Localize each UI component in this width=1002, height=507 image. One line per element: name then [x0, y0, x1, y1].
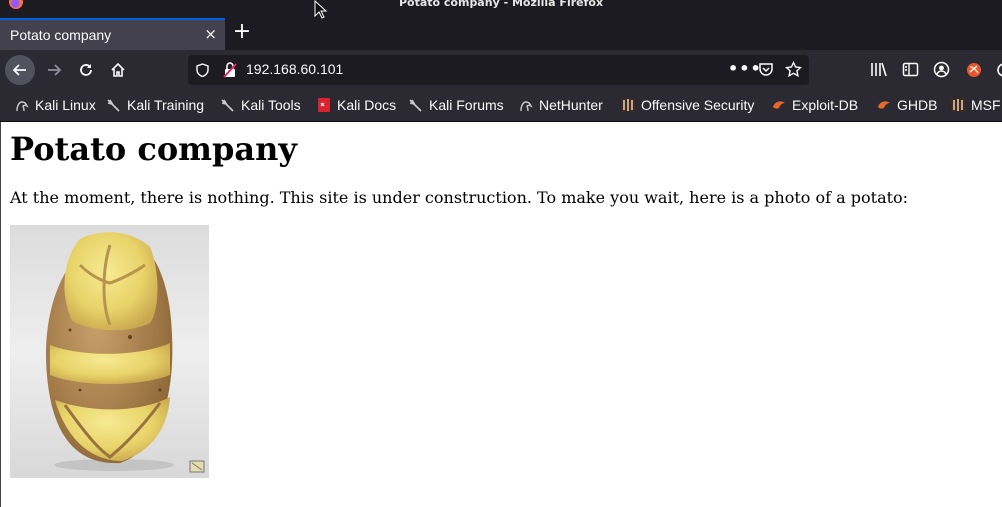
bookmark-label: NetHunter [539, 97, 603, 113]
kali-dragon-icon [519, 98, 533, 112]
close-tab-icon[interactable]: × [204, 25, 217, 43]
url-text[interactable]: 192.168.60.101 [246, 61, 343, 77]
bookmark-kali-linux[interactable]: Kali Linux [15, 97, 96, 113]
library-icon[interactable] [870, 61, 887, 78]
offsec-icon [951, 98, 965, 112]
page-content: Potato company At the moment, there is n… [0, 122, 1002, 507]
bookmarks-toolbar: Kali Linux Kali Training Kali Tools Kali… [0, 90, 1002, 122]
window-titlebar: Potato company - Mozilla Firefox [0, 0, 1002, 18]
bookmark-label: Kali Docs [337, 97, 397, 113]
kali-dragon-icon [221, 98, 235, 112]
potato-photo [10, 225, 209, 478]
exploitdb-icon [877, 98, 891, 112]
back-button[interactable] [5, 55, 35, 85]
new-tab-button[interactable]: + [232, 21, 252, 43]
bookmark-label: MSF [971, 97, 1001, 113]
page-paragraph: At the moment, there is nothing. This si… [10, 188, 909, 207]
bookmark-label: Kali Linux [35, 97, 96, 113]
bookmark-label: Exploit-DB [792, 97, 859, 113]
overflow-menu-icon[interactable] [996, 61, 1002, 79]
bookmark-exploit-db[interactable]: Exploit-DB [772, 97, 858, 113]
page-actions-menu-icon[interactable]: ••• [728, 59, 762, 78]
kali-dragon-icon [409, 98, 423, 112]
bookmark-label: Offensive Security [641, 97, 755, 113]
reload-icon [80, 64, 92, 76]
home-icon [111, 62, 125, 77]
home-button[interactable] [103, 55, 133, 85]
extension-icon[interactable] [965, 61, 983, 79]
page-heading: Potato company [10, 130, 297, 168]
tab-potato-company[interactable]: Potato company × [0, 18, 225, 50]
bookmark-kali-tools[interactable]: Kali Tools [221, 97, 301, 113]
exploitdb-icon [772, 98, 786, 112]
insecure-lock-icon[interactable] [223, 62, 237, 78]
bookmark-kali-forums[interactable]: Kali Forums [409, 97, 504, 113]
bookmark-msf[interactable]: MSF [951, 97, 1001, 113]
arrow-left-icon [12, 64, 26, 76]
kali-docs-icon [317, 98, 331, 112]
pocket-icon[interactable] [758, 62, 774, 77]
kali-dragon-icon [15, 98, 29, 112]
sidebar-icon[interactable] [902, 61, 919, 78]
bookmark-label: Kali Tools [241, 97, 301, 113]
bookmark-star-icon[interactable] [785, 61, 802, 78]
offsec-icon [621, 98, 635, 112]
address-bar[interactable]: 192.168.60.101 ••• [188, 55, 809, 85]
bookmark-kali-training[interactable]: Kali Training [107, 97, 204, 113]
mouse-cursor-icon [314, 0, 328, 19]
bookmark-ghdb[interactable]: GHDB [877, 97, 937, 113]
bookmark-label: Kali Forums [429, 97, 504, 113]
kali-dragon-icon [107, 98, 121, 112]
account-icon[interactable] [933, 61, 950, 78]
navigation-toolbar: 192.168.60.101 ••• [0, 50, 1002, 90]
window-title: Potato company - Mozilla Firefox [398, 0, 604, 9]
bookmark-label: Kali Training [127, 97, 205, 113]
arrow-right-icon [48, 64, 62, 76]
reload-button[interactable] [71, 55, 101, 85]
bookmark-nethunter[interactable]: NetHunter [519, 97, 603, 113]
bookmark-offensive-security[interactable]: Offensive Security [621, 97, 754, 113]
bookmark-kali-docs[interactable]: Kali Docs [317, 97, 396, 113]
tab-title: Potato company [10, 27, 112, 43]
potato-image [45, 232, 205, 473]
tab-strip: Potato company × + [0, 18, 1002, 50]
forward-button[interactable] [39, 55, 69, 85]
bookmark-label: GHDB [897, 97, 938, 113]
tracking-shield-icon[interactable] [196, 63, 209, 77]
